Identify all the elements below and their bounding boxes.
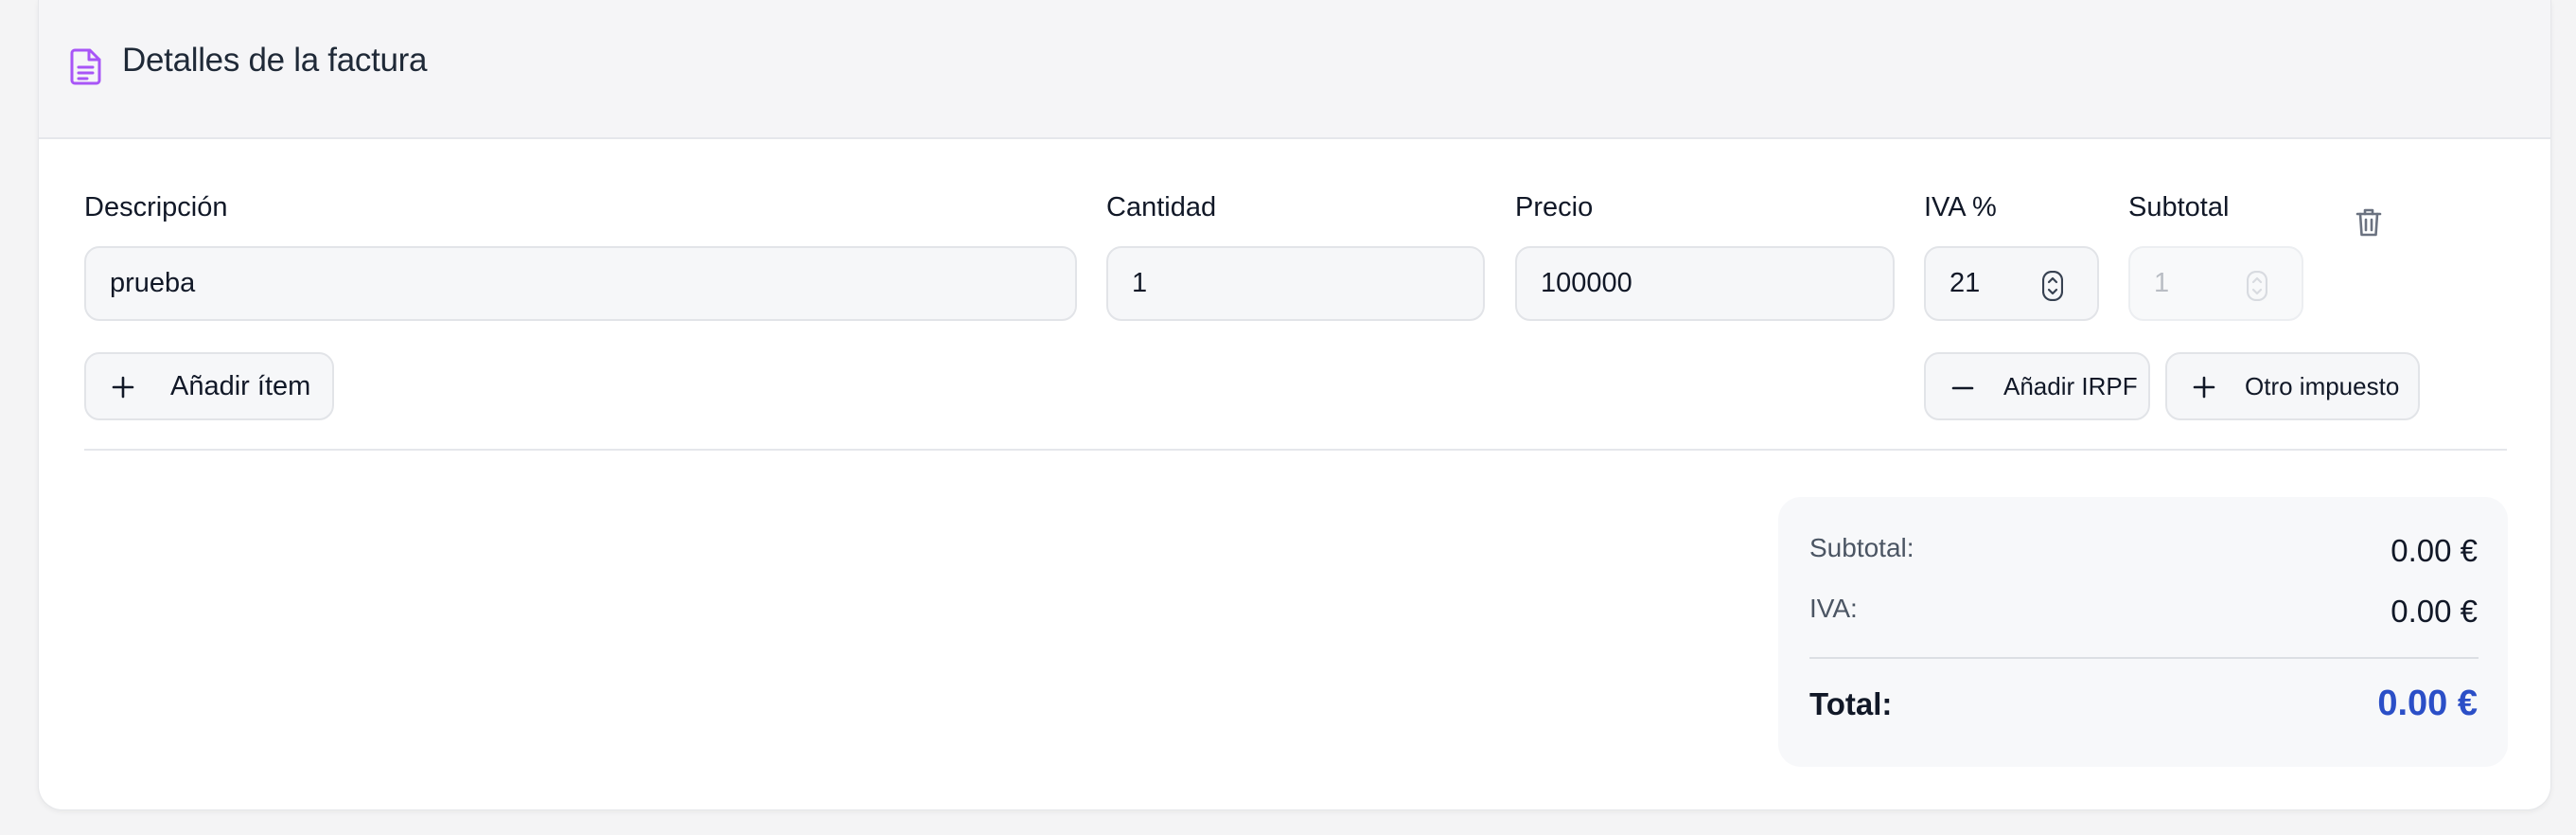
price-input[interactable]: 100000 <box>1515 246 1895 321</box>
description-input[interactable]: prueba <box>84 246 1077 321</box>
summary-subtotal-value: 0.00 € <box>2391 533 2478 568</box>
invoice-details-card: Detalles de la factura Descripción Canti… <box>38 0 2551 810</box>
vat-input[interactable]: 21 <box>1924 246 2099 321</box>
add-item-button[interactable]: Añadir ítem <box>84 352 334 420</box>
price-value: 100000 <box>1541 268 1632 298</box>
page-title: Detalles de la factura <box>122 42 428 79</box>
subtotal-input: 1 <box>2128 246 2303 321</box>
other-tax-label: Otro impuesto <box>2245 371 2400 400</box>
quantity-label: Cantidad <box>1106 192 1217 222</box>
summary-total-label: Total: <box>1809 686 1893 721</box>
subtotal-value: 1 <box>2154 268 2170 298</box>
add-irpf-label: Añadir IRPF <box>2003 371 2138 400</box>
stepper-icon[interactable] <box>2042 271 2063 301</box>
divider <box>84 449 2507 451</box>
price-label: Precio <box>1515 192 1594 222</box>
quantity-input[interactable]: 1 <box>1106 246 1485 321</box>
add-irpf-button[interactable]: Añadir IRPF <box>1924 352 2150 420</box>
quantity-value: 1 <box>1132 268 1148 298</box>
other-tax-button[interactable]: Otro impuesto <box>2165 352 2420 420</box>
summary-total-value: 0.00 € <box>2377 684 2478 723</box>
trash-icon[interactable] <box>2355 207 2382 238</box>
summary-vat-value: 0.00 € <box>2391 594 2478 629</box>
totals-summary: Subtotal: 0.00 € IVA: 0.00 € Total: 0.00… <box>1778 497 2508 767</box>
minus-icon <box>1951 386 1974 390</box>
description-label: Descripción <box>84 192 228 222</box>
vat-label: IVA % <box>1924 192 1997 222</box>
plus-icon <box>112 376 134 399</box>
stepper-icon <box>2247 271 2267 301</box>
document-icon <box>70 48 101 85</box>
description-value: prueba <box>110 268 196 298</box>
summary-divider <box>1809 657 2479 659</box>
summary-vat-label: IVA: <box>1809 594 1858 623</box>
card-header: Detalles de la factura <box>39 0 2550 139</box>
summary-subtotal-label: Subtotal: <box>1809 533 1914 562</box>
add-item-label: Añadir ítem <box>170 370 311 401</box>
vat-value: 21 <box>1950 268 1981 298</box>
subtotal-label: Subtotal <box>2128 192 2230 222</box>
plus-icon <box>2193 376 2215 399</box>
